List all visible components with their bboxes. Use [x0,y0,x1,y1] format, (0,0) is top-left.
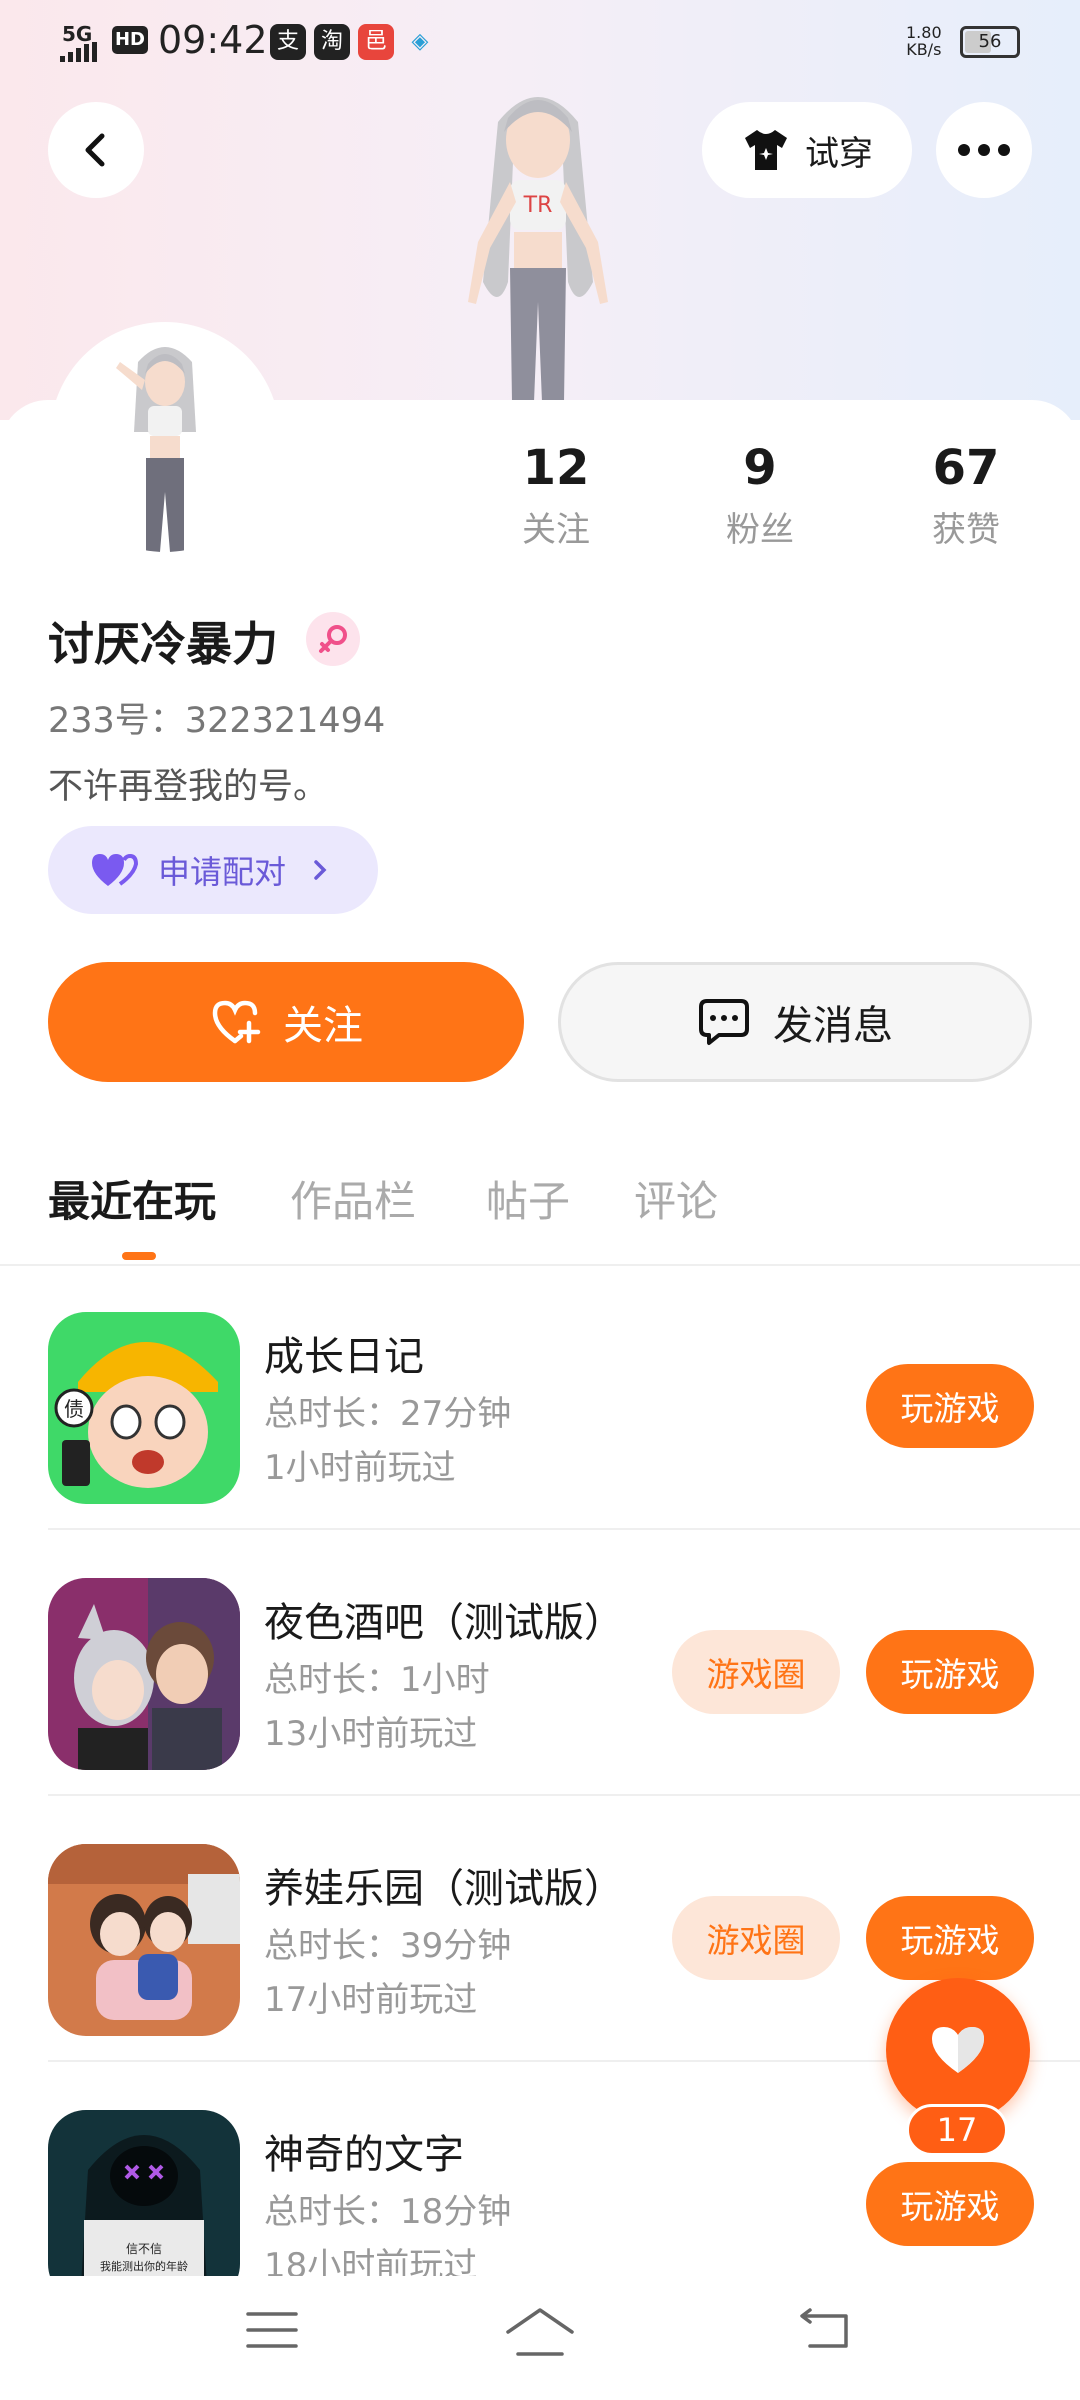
battery-level: 56 [978,31,1002,52]
svg-text:债: 债 [64,1397,84,1421]
profile-avatar[interactable] [50,322,280,552]
game-duration: 总时长：27分钟 [264,1394,512,1434]
try-on-button[interactable]: 试穿 [702,102,912,198]
battery-icon: 56 [960,26,1020,58]
game-duration: 总时长：39分钟 [264,1926,512,1966]
play-game-button[interactable]: 玩游戏 [866,2162,1034,2246]
svg-text:TR: TR [523,193,553,218]
game-circle-button[interactable]: 游戏圈 [672,1896,840,1980]
more-dots-icon [958,144,1010,156]
game-icon-caption: 信不信 [125,2242,162,2256]
following-label: 关注 [522,510,590,550]
alipay-app-icon: 支 [270,24,306,60]
mobile-app-icon: ◈ [411,29,429,54]
stat-fans[interactable]: 9 粉丝 [680,440,840,551]
fans-label: 粉丝 [726,510,794,550]
speed-unit: KB/s [906,40,942,59]
game-last-played: 1小时前玩过 [264,1448,456,1488]
game-title: 养娃乐园（测试版） [264,1866,624,1912]
likes-label: 获赞 [932,510,1000,550]
game-duration: 总时长：18分钟 [264,2192,512,2232]
more-options-button[interactable] [936,102,1032,198]
heart-plus-icon [212,1000,261,1044]
chevron-left-icon [85,133,105,167]
tab-posts[interactable]: 帖子 [486,1168,570,1229]
like-count-badge: 17 [906,2104,1008,2156]
follow-label: 关注 [283,1003,363,1049]
try-on-label: 试穿 [805,133,873,174]
likes-count: 67 [932,440,1000,496]
menu-icon[interactable] [244,2306,300,2354]
taobao-app-icon: 淘 [314,24,350,60]
tab-works[interactable]: 作品栏 [290,1168,416,1229]
chevron-right-icon [314,860,327,880]
system-navigation-bar [0,2276,1080,2400]
back-button[interactable] [48,102,144,198]
following-count: 12 [522,440,590,496]
back-nav-icon[interactable] [796,2306,852,2354]
game-list-item[interactable]: 夜色酒吧（测试版） 总时长：1小时 13小时前玩过 游戏圈 玩游戏 [48,1530,1080,1796]
game-title: 成长日记 [264,1334,424,1380]
status-time: 09:42 [158,18,268,62]
female-gender-icon [306,612,360,666]
send-message-button[interactable]: 发消息 [558,962,1032,1082]
tab-recently-played[interactable]: 最近在玩 [48,1168,216,1229]
heart-icon [932,2027,984,2073]
game-circle-button[interactable]: 游戏圈 [672,1630,840,1714]
network-speed: 1.80 KB/s [906,24,942,58]
game-icon-night-bar [48,1578,240,1770]
speed-value: 1.80 [906,23,942,42]
game-icon-growth-diary: 债 [48,1312,240,1504]
send-message-label: 发消息 [773,1003,893,1049]
apply-pairing-label: 申请配对 [158,853,287,891]
app-notification-icon: 邑 [358,24,394,60]
tab-comments[interactable]: 评论 [634,1168,718,1229]
stat-following[interactable]: 12 关注 [476,440,636,551]
game-last-played: 13小时前玩过 [264,1714,478,1754]
play-game-button[interactable]: 玩游戏 [866,1896,1034,1980]
chat-bubble-icon [699,999,749,1045]
game-icon-caption: 我能测出你的年龄 [100,2260,188,2273]
like-floating-button[interactable] [886,1978,1030,2122]
stat-likes[interactable]: 67 获赞 [886,440,1046,551]
follow-button[interactable]: 关注 [48,962,524,1082]
apply-pairing-button[interactable]: 申请配对 [48,826,378,914]
game-title: 神奇的文字 [264,2132,464,2178]
play-game-button[interactable]: 玩游戏 [866,1364,1034,1448]
user-id: 233号：322321494 [48,701,386,741]
active-tab-indicator [122,1252,156,1260]
game-list-item[interactable]: 债 成长日记 总时长：27分钟 1小时前玩过 玩游戏 [48,1264,1080,1530]
tshirt-icon [745,130,787,170]
game-title: 夜色酒吧（测试版） [264,1600,624,1646]
user-bio: 不许再登我的号。 [48,767,329,807]
avatar-character-image [116,347,196,552]
status-bar: 5G HD 09:42 支 淘 邑 ◈ 1.80 KB/s 56 [0,0,1080,84]
signal-icon [60,42,97,62]
play-game-button[interactable]: 玩游戏 [866,1630,1034,1714]
hd-badge: HD [112,26,148,54]
home-icon[interactable] [504,2306,576,2358]
fans-count: 9 [743,440,777,496]
username: 讨厌冷暴力 [48,617,278,671]
character-avatar-model[interactable]: TR [428,82,648,402]
game-last-played: 18小时前玩过 [264,2246,478,2276]
game-icon-magic-words: 信不信 我能测出你的年龄 [48,2110,240,2276]
game-icon-baby-paradise [48,1844,240,2036]
double-heart-icon [92,853,139,886]
game-duration: 总时长：1小时 [264,1660,490,1700]
game-last-played: 17小时前玩过 [264,1980,478,2020]
